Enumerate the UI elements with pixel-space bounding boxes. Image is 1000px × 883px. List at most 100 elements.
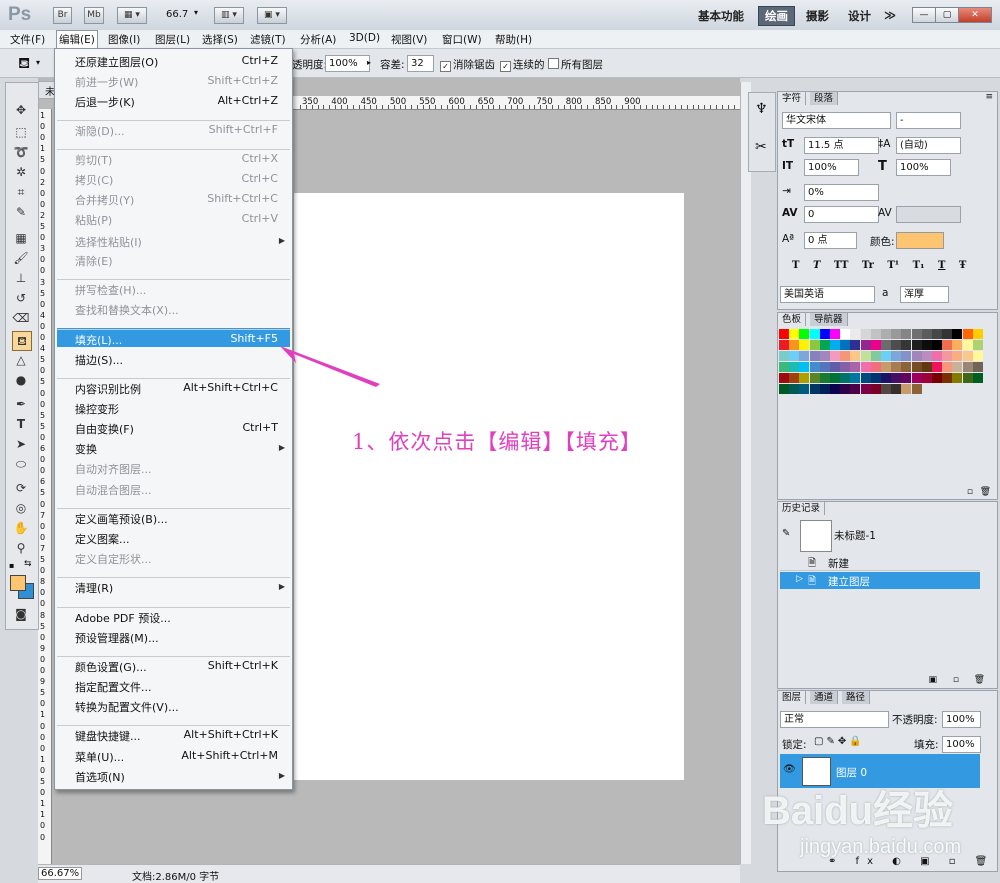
- all-caps-button[interactable]: TT: [834, 260, 849, 271]
- paint-bucket-tool-icon[interactable]: ⛾: [12, 331, 32, 351]
- status-zoom[interactable]: 66.67%: [38, 867, 83, 880]
- color-swatch[interactable]: [891, 373, 902, 383]
- menu-help[interactable]: 帮助(H): [495, 32, 532, 47]
- color-swatch[interactable]: [972, 373, 983, 383]
- color-swatch[interactable]: [809, 351, 820, 361]
- color-swatch[interactable]: [911, 329, 922, 339]
- leading-input[interactable]: (自动): [896, 137, 961, 154]
- color-swatch[interactable]: [942, 362, 953, 372]
- eyedropper-tool-icon[interactable]: ✎: [12, 203, 30, 221]
- color-swatch[interactable]: [830, 373, 840, 383]
- menu-item-31[interactable]: 首选项(N): [75, 769, 125, 785]
- color-swatch[interactable]: [952, 340, 963, 350]
- color-swatch[interactable]: [850, 351, 861, 361]
- lasso-tool-icon[interactable]: ➰: [12, 143, 30, 161]
- underline-button[interactable]: T: [938, 260, 945, 271]
- color-swatch[interactable]: [799, 329, 810, 339]
- quick-select-tool-icon[interactable]: ✲: [12, 163, 30, 181]
- color-swatch[interactable]: [819, 373, 830, 383]
- path-select-tool-icon[interactable]: ➤: [12, 435, 30, 453]
- color-swatch[interactable]: [819, 362, 830, 372]
- menu-view[interactable]: 视图(V): [391, 32, 427, 47]
- menu-filter[interactable]: 滤镜(T): [250, 32, 286, 47]
- color-swatch[interactable]: [799, 384, 810, 394]
- color-swatch[interactable]: [901, 351, 912, 361]
- tsume-input[interactable]: 0%: [804, 184, 879, 201]
- vertical-scrollbar[interactable]: [740, 82, 751, 864]
- menu-item-22[interactable]: 定义自定形状...: [75, 551, 152, 567]
- color-swatch[interactable]: [881, 373, 891, 383]
- color-swatch[interactable]: [830, 329, 840, 339]
- color-swatch[interactable]: [830, 362, 840, 372]
- color-swatch[interactable]: [932, 329, 942, 339]
- history-state-new[interactable]: 🗎 新建: [780, 554, 980, 571]
- font-size-input[interactable]: 11.5 点: [804, 137, 879, 154]
- color-swatch[interactable]: [860, 384, 871, 394]
- brush-presets-icon[interactable]: ✂: [755, 139, 767, 155]
- vertical-scale-input[interactable]: 100%: [804, 159, 859, 176]
- color-swatch[interactable]: [779, 362, 789, 372]
- color-swatch[interactable]: [921, 340, 932, 350]
- color-swatch[interactable]: [830, 340, 840, 350]
- small-caps-button[interactable]: Tr: [862, 260, 874, 271]
- color-swatch[interactable]: [952, 329, 963, 339]
- color-swatch[interactable]: [789, 340, 800, 350]
- crop-tool-icon[interactable]: ⌗: [12, 183, 30, 201]
- ellipse-tool-icon[interactable]: ⬭: [12, 455, 30, 473]
- color-swatch[interactable]: [942, 329, 953, 339]
- faux-bold-button[interactable]: T: [792, 260, 799, 271]
- color-swatch[interactable]: [799, 362, 810, 372]
- color-swatch[interactable]: [850, 329, 861, 339]
- color-swatch[interactable]: [891, 340, 902, 350]
- marquee-tool-icon[interactable]: ⬚: [12, 123, 30, 141]
- dodge-tool-icon[interactable]: ●: [12, 371, 30, 389]
- color-swatch[interactable]: [972, 362, 983, 372]
- history-state-create-layer[interactable]: ▷ 🗎 建立图层: [780, 572, 980, 589]
- workspace-design[interactable]: 设计: [848, 8, 871, 24]
- paint-bucket-icon[interactable]: ⛾: [18, 54, 30, 74]
- color-swatch[interactable]: [819, 384, 830, 394]
- delete-state-icon[interactable]: 🗑: [974, 675, 985, 685]
- color-swatch[interactable]: [789, 373, 800, 383]
- menu-item-16[interactable]: 自由变换(F): [75, 421, 134, 437]
- menu-item-30[interactable]: 菜单(U)...: [75, 749, 124, 765]
- color-swatch[interactable]: [901, 329, 912, 339]
- color-swatch[interactable]: [942, 340, 953, 350]
- color-swatch[interactable]: [830, 351, 840, 361]
- minimize-button[interactable]: —: [912, 7, 936, 23]
- color-swatch[interactable]: [809, 340, 820, 350]
- color-swatch[interactable]: [840, 351, 851, 361]
- contiguous-checkbox[interactable]: ✓ 连续的: [500, 57, 545, 72]
- snapshot-thumbnail[interactable]: [800, 520, 832, 552]
- menu-item-27[interactable]: 指定配置文件...: [75, 679, 152, 695]
- arrange-documents-button[interactable]: ▥ ▾: [214, 7, 244, 24]
- layer-visibility-eye-icon[interactable]: 👁: [783, 764, 796, 775]
- eraser-tool-icon[interactable]: ⌫: [12, 309, 30, 327]
- menu-item-7[interactable]: 粘贴(P): [75, 212, 112, 228]
- color-swatch[interactable]: [962, 362, 973, 372]
- color-swatch[interactable]: [962, 373, 973, 383]
- antialias-checkbox[interactable]: ✓ 消除锯齿: [440, 57, 495, 72]
- workspace-essentials[interactable]: 基本功能: [698, 8, 744, 24]
- tab-character[interactable]: 字符: [778, 92, 807, 105]
- color-swatch[interactable]: [921, 329, 932, 339]
- color-swatch[interactable]: [870, 351, 881, 361]
- superscript-button[interactable]: T¹: [887, 260, 899, 271]
- pen-tool-icon[interactable]: ✒: [12, 395, 30, 413]
- menu-item-18[interactable]: 自动对齐图层...: [75, 461, 152, 477]
- color-swatch[interactable]: [932, 351, 942, 361]
- menu-item-11[interactable]: 查找和替换文本(X)...: [75, 302, 179, 318]
- color-swatch[interactable]: [881, 362, 891, 372]
- lock-icons[interactable]: ▢✎✥🔒: [814, 736, 865, 747]
- color-swatch[interactable]: [779, 351, 789, 361]
- color-swatch[interactable]: [870, 329, 881, 339]
- color-swatch[interactable]: [870, 362, 881, 372]
- new-document-icon[interactable]: ▫: [953, 675, 959, 685]
- move-tool-icon[interactable]: ✥: [12, 101, 30, 119]
- hand-tool-icon[interactable]: ✋: [12, 519, 30, 537]
- color-swatch[interactable]: [809, 329, 820, 339]
- color-swatch[interactable]: [881, 351, 891, 361]
- color-swatch[interactable]: [789, 351, 800, 361]
- color-swatch[interactable]: [840, 373, 851, 383]
- color-swatch[interactable]: [830, 384, 840, 394]
